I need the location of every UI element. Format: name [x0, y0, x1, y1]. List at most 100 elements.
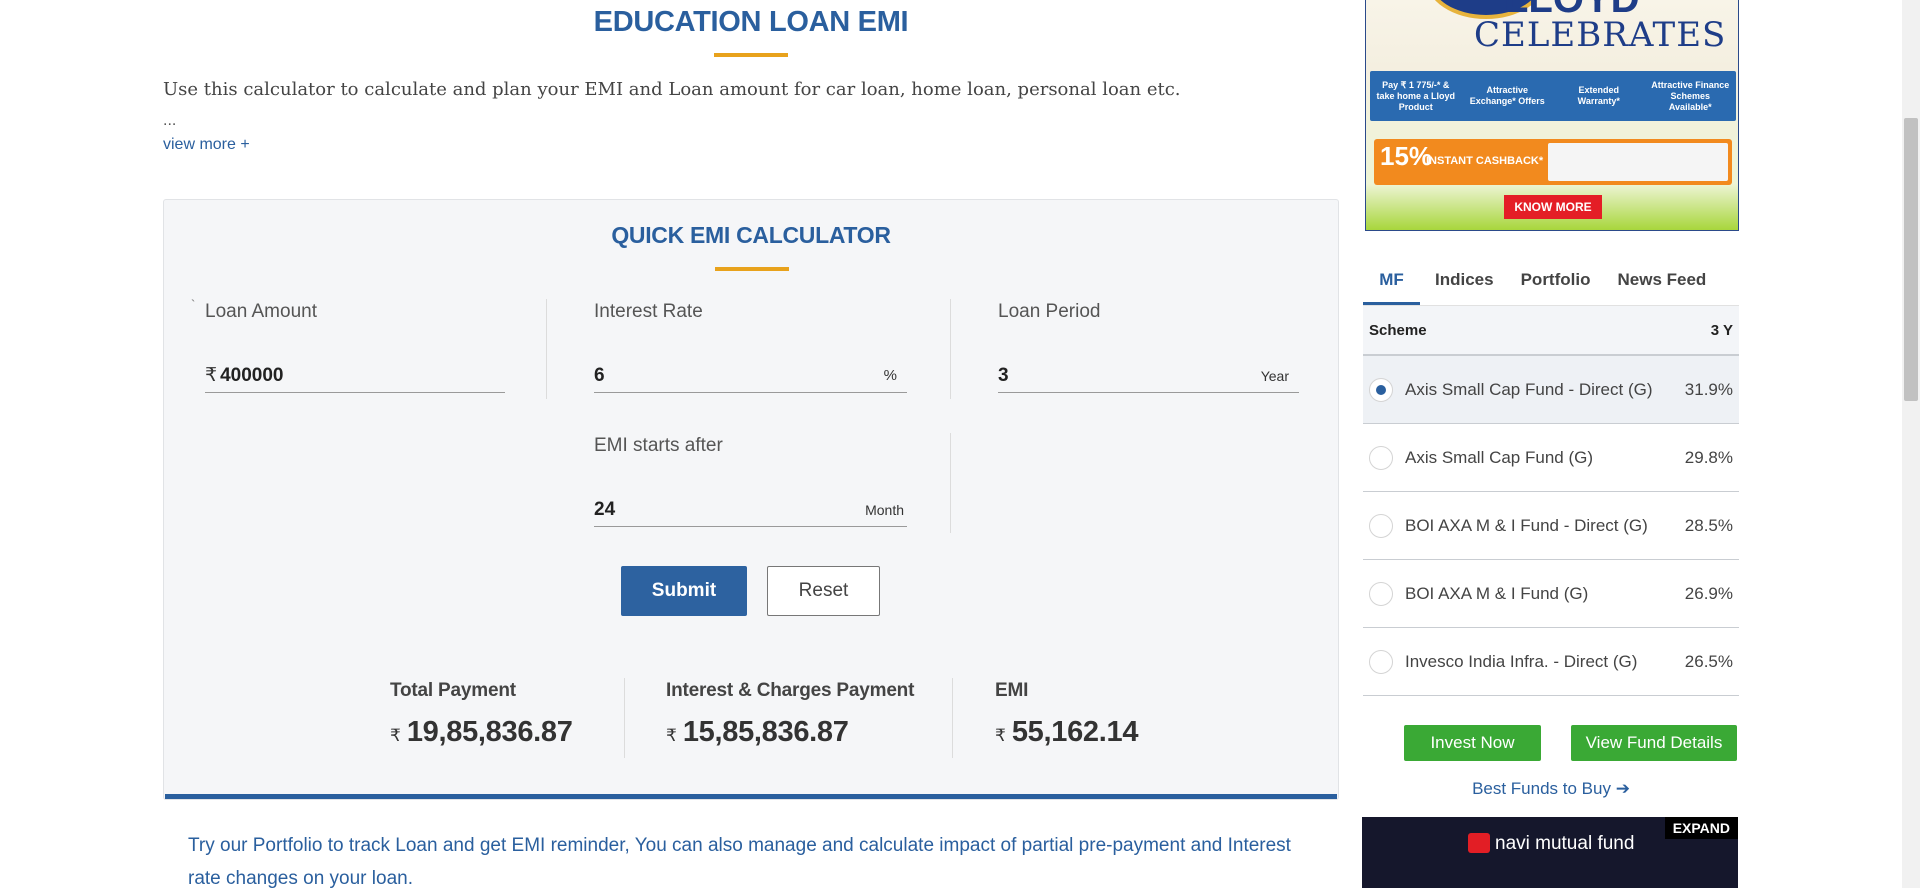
fund-row[interactable]: BOI AXA M & I Fund (G) 26.9%	[1363, 560, 1739, 628]
market-tabs: MF Indices Portfolio News Feed	[1363, 262, 1739, 306]
ad-badge: Attractive Exchange* Offers	[1469, 85, 1545, 106]
ad-badge: Attractive Finance Schemes Available*	[1651, 79, 1730, 112]
interest-rate-value: 6	[594, 364, 605, 386]
know-more-button[interactable]: KNOW MORE	[1504, 195, 1602, 219]
best-funds-link[interactable]: Best Funds to Buy ➔	[1363, 779, 1739, 799]
fund-row[interactable]: Axis Small Cap Fund - Direct (G) 31.9%	[1363, 356, 1739, 424]
emi-result: EMI ₹ 55,162.14	[995, 680, 1138, 749]
lloyd-ad-banner[interactable]: LLOYD CELEBRATES Pay ₹ 1 775/-* & take h…	[1365, 0, 1739, 231]
scheme-header: Scheme	[1369, 321, 1427, 339]
tab-portfolio[interactable]: Portfolio	[1509, 262, 1603, 305]
rupee-icon: ₹	[205, 365, 218, 386]
cashback-text: INSTANT CASHBACK*	[1426, 155, 1544, 167]
ad-offer-badges: Pay ₹ 1 775/-* & take home a Lloyd Produ…	[1370, 71, 1736, 121]
emi-label: EMI	[995, 680, 1029, 701]
year-suffix: Year	[1260, 367, 1289, 384]
navi-ad-banner[interactable]: navi mutual fund EXPAND	[1362, 817, 1738, 888]
emi-starts-value: 24	[594, 498, 616, 520]
view-fund-details-button[interactable]: View Fund Details	[1571, 725, 1737, 761]
result-divider	[952, 678, 953, 758]
interest-rate-label: Interest Rate	[594, 301, 703, 322]
portfolio-note[interactable]: Try our Portfolio to track Loan and get …	[188, 829, 1318, 888]
calculator-bottom-border	[165, 794, 1337, 799]
fund-return: 29.8%	[1684, 447, 1733, 467]
total-payment-value-row: ₹ 19,85,836.87	[390, 716, 573, 749]
page-scrollbar[interactable]	[1902, 0, 1920, 888]
fund-row[interactable]: Invesco India Infra. - Direct (G) 26.5%	[1363, 628, 1739, 696]
emi-value-row: ₹ 55,162.14	[995, 716, 1138, 749]
fund-return: 26.5%	[1684, 651, 1733, 671]
loan-period-field: Loan Period 3 Year	[998, 301, 1299, 393]
view-more-link[interactable]: view more +	[163, 136, 250, 154]
emi-starts-input[interactable]: 24 Month	[594, 493, 907, 527]
loan-amount-value: 400000	[220, 364, 284, 386]
radio-selected-icon[interactable]	[1369, 377, 1393, 402]
fund-return: 28.5%	[1684, 515, 1733, 535]
tab-indices[interactable]: Indices	[1420, 262, 1509, 305]
fund-name: Axis Small Cap Fund (G)	[1405, 448, 1593, 467]
radio-icon[interactable]	[1369, 649, 1393, 674]
intro-text: Use this calculator to calculate and pla…	[163, 79, 1181, 100]
scrollbar-thumb[interactable]	[1904, 118, 1918, 401]
ad-badge: Pay ₹ 1 775/-* & take home a Lloyd Produ…	[1376, 79, 1456, 112]
total-payment-value: 19,85,836.87	[406, 716, 573, 748]
total-payment-result: Total Payment ₹ 19,85,836.87	[390, 680, 573, 749]
expand-button[interactable]: EXPAND	[1664, 817, 1738, 839]
intro-ellipsis: ...	[163, 112, 177, 129]
calculator-title-underline	[715, 267, 789, 271]
navi-brand-text: navi mutual fund	[1495, 833, 1635, 854]
title-underline	[714, 53, 788, 57]
bank-logos	[1548, 143, 1728, 181]
emi-value: 55,162.14	[1011, 716, 1139, 748]
calculator-title: QUICK EMI CALCULATOR	[611, 222, 891, 248]
ad-badge: Extended Warranty*	[1577, 85, 1620, 106]
reset-button[interactable]: Reset	[767, 566, 880, 616]
interest-payment-value-row: ₹ 15,85,836.87	[666, 716, 914, 749]
radio-icon[interactable]	[1369, 581, 1393, 606]
main-content: EDUCATION LOAN EMI Use this calculator t…	[163, 0, 1339, 888]
page-title: EDUCATION LOAN EMI	[593, 6, 909, 38]
loan-period-value: 3	[998, 364, 1009, 386]
result-divider	[624, 678, 625, 758]
emi-starts-label: EMI starts after	[594, 435, 723, 456]
fund-row[interactable]: BOI AXA M & I Fund - Direct (G) 28.5%	[1363, 492, 1739, 560]
ad-headline: CELEBRATES	[1474, 15, 1727, 55]
interest-rate-field: Interest Rate 6 %	[594, 301, 907, 393]
rupee-icon: ₹	[995, 726, 1006, 745]
fund-row[interactable]: Axis Small Cap Fund (G) 29.8%	[1363, 424, 1739, 492]
rupee-icon: ₹	[390, 726, 401, 745]
total-payment-label: Total Payment	[390, 680, 516, 701]
fund-name: BOI AXA M & I Fund (G)	[1405, 584, 1589, 603]
fund-name: Invesco India Infra. - Direct (G)	[1405, 652, 1638, 671]
tab-news-feed[interactable]: News Feed	[1602, 262, 1721, 305]
month-suffix: Month	[865, 501, 904, 518]
loan-amount-label: Loan Amount	[205, 301, 317, 322]
radio-icon[interactable]	[1369, 513, 1393, 538]
interest-rate-input[interactable]: 6 %	[594, 359, 907, 393]
submit-button[interactable]: Submit	[621, 566, 747, 616]
tab-mf[interactable]: MF	[1363, 262, 1420, 305]
ad-cashback-strip: 15% INSTANT CASHBACK*	[1374, 139, 1732, 185]
interest-payment-label: Interest & Charges Payment	[666, 680, 915, 701]
period-header: 3 Y	[1710, 321, 1733, 339]
loan-period-label: Loan Period	[998, 301, 1101, 322]
loan-period-input[interactable]: 3 Year	[998, 359, 1299, 393]
fund-table-header: Scheme 3 Y	[1363, 306, 1739, 356]
percent-suffix: %	[883, 367, 897, 384]
invest-now-button[interactable]: Invest Now	[1404, 725, 1541, 761]
fund-return: 26.9%	[1684, 583, 1733, 603]
interest-payment-result: Interest & Charges Payment ₹ 15,85,836.8…	[666, 680, 914, 749]
fund-name: Axis Small Cap Fund - Direct (G)	[1405, 380, 1653, 399]
rupee-icon: ₹	[666, 726, 677, 745]
fund-table: Scheme 3 Y Axis Small Cap Fund - Direct …	[1363, 306, 1739, 696]
radio-icon[interactable]	[1369, 445, 1393, 470]
interest-payment-value: 15,85,836.87	[682, 716, 849, 748]
emi-calculator: QUICK EMI CALCULATOR ` Loan Amount ₹ 400…	[163, 199, 1339, 800]
fund-return: 31.9%	[1684, 379, 1733, 399]
calculator-tick-mark: `	[191, 297, 196, 312]
field-divider	[950, 299, 951, 399]
field-divider	[950, 433, 951, 533]
page: EDUCATION LOAN EMI Use this calculator t…	[0, 0, 1920, 888]
loan-amount-input[interactable]: ₹ 400000	[205, 359, 505, 393]
cashback-percent: 15%	[1380, 141, 1433, 171]
